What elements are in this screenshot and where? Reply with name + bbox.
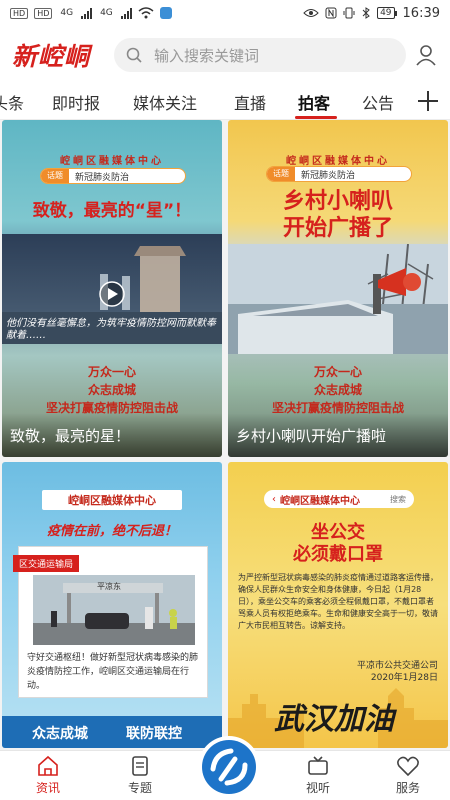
nav-services[interactable]: 服务	[378, 755, 438, 796]
search-placeholder: 输入搜索关键词	[154, 46, 260, 65]
headline-line-2: 开始广播了	[282, 216, 393, 241]
loudspeaker-illustration	[228, 244, 448, 354]
tv-icon	[308, 756, 328, 775]
card-body: 为严控新型冠状病毒感染的肺炎疫情通过道路客运传播，确保人民群众生命安全和身体健康…	[238, 573, 438, 630]
battery-icon: 49	[377, 7, 397, 19]
network-label-1: 4G	[60, 7, 74, 18]
card-headline: 疫情在前，绝不后退！	[46, 524, 177, 539]
clock: 16:39	[402, 5, 440, 21]
app-logo: 新崆峒	[12, 42, 91, 71]
slogan-line-1: 万众一心	[87, 365, 136, 379]
active-tab-indicator	[295, 116, 337, 119]
nav-media[interactable]: 视听	[288, 755, 348, 796]
nav-topics[interactable]: 专题	[110, 755, 170, 796]
network-label-2: 4G	[100, 7, 113, 18]
headline-line-1: 乡村小喇叭	[282, 189, 393, 214]
app-header: 新崆峒 输入搜索关键词	[0, 26, 450, 84]
sim1-badge: HD	[10, 7, 29, 19]
status-bar: HD HD 4G 4G 49 16:39	[0, 0, 450, 26]
sim2-badge: HD	[34, 7, 53, 19]
footer-right: 联防联控	[126, 726, 182, 742]
home-icon	[38, 755, 58, 776]
content-panel: 区交通运输局 平凉东 守好交通枢纽！做好新型冠状病毒感染的肺炎疫情防控工作，崆峒…	[13, 546, 208, 698]
station-sign: 平凉东	[97, 582, 121, 591]
slogan-line-2: 众志成城	[87, 383, 136, 397]
vibrate-icon	[343, 7, 355, 19]
headline-line-2: 必须戴口罩	[293, 544, 383, 565]
search-icon	[126, 47, 142, 63]
center-logo-button[interactable]	[200, 738, 258, 796]
org-banner: 崆峒区融媒体中心	[60, 156, 164, 167]
tab-zhibo[interactable]: 直播	[234, 90, 266, 114]
add-channel-icon[interactable]	[414, 87, 442, 115]
photo-overlay-text: 他们没有丝毫懈怠，为筑牢疫情防控网而默默奉献着……	[6, 318, 216, 341]
card-body: 守好交通枢纽！做好新型冠状病毒感染的肺炎疫情防控工作，崆峒区交通运输局在行动。	[27, 653, 199, 691]
topic-pill: 话题 新冠肺炎防治	[266, 166, 412, 182]
post-card[interactable]: 崆峒区融媒体中心 疫情在前，绝不后退！ 区交通运输局 平凉东 守好交通枢纽！做好…	[2, 462, 222, 748]
post-card[interactable]: 崆峒区融媒体中心 话题 新冠肺炎防治 致敬，最亮的“星”！ 他们没有丝毫懈怠，为筑…	[2, 120, 222, 457]
footer-left: 众志成城	[32, 726, 88, 742]
channel-tabs: 头条 即时报 媒体关注 直播 拍客 公告	[0, 84, 450, 120]
nav-news[interactable]: 资讯	[18, 755, 78, 796]
search-label: 搜索	[390, 494, 406, 504]
user-icon[interactable]	[414, 43, 438, 67]
app-brand-icon	[202, 740, 256, 794]
slogan-line-1: 万众一心	[313, 365, 362, 379]
eye-icon	[303, 9, 319, 17]
section-label: 区交通运输局	[13, 555, 80, 572]
footer-strip: 众志成城 联防联控	[2, 716, 222, 748]
post-card[interactable]: 崆峒区融媒体中心 话题 新冠肺炎防治 乡村小喇叭 开始广播了 万众一心 众志成城 …	[228, 120, 448, 457]
org-banner: 崆峒区融媒体中心	[286, 156, 390, 167]
card-caption: 乡村小喇叭开始广播啦	[228, 413, 448, 457]
search-input[interactable]: 输入搜索关键词	[114, 38, 406, 72]
org-search-badge: ‹ 崆峒区融媒体中心 搜索	[264, 490, 414, 508]
app-notification-icon	[159, 7, 172, 19]
signal-icon-2	[120, 7, 132, 19]
loudspeaker-photo	[228, 244, 448, 354]
org-badge: 崆峒区融媒体中心	[42, 490, 182, 510]
wifi-icon	[138, 7, 154, 19]
calligraphy-text: 武汉加油	[274, 702, 394, 737]
slogan-line-2: 众志成城	[313, 383, 362, 397]
topic-pill: 话题 新冠肺炎防治	[40, 168, 186, 184]
tab-jishibao[interactable]: 即时报	[52, 90, 100, 114]
bluetooth-icon	[362, 7, 370, 19]
card-headline: 致敬，最亮的“星”！	[32, 201, 192, 221]
tab-paike[interactable]: 拍客	[298, 90, 330, 114]
nfc-icon	[325, 7, 337, 19]
tab-meiti-guanzhu[interactable]: 媒体关注	[133, 90, 197, 114]
heart-icon	[397, 756, 419, 777]
post-card[interactable]: ‹ 崆峒区融媒体中心 搜索 坐公交 必须戴口罩 为严控新型冠状病毒感染的肺炎疫情…	[228, 462, 448, 748]
tab-gonggao[interactable]: 公告	[362, 90, 394, 114]
booth-photo: 他们没有丝毫懈怠，为筑牢疫情防控网而默默奉献着……	[2, 234, 222, 344]
signal-icon	[81, 7, 93, 19]
card-caption: 致敬，最亮的星！	[2, 413, 222, 457]
app-screen: HD HD 4G 4G 49 16:39 新崆峒 输入搜索关键词 头条 即时报	[0, 0, 450, 800]
document-icon	[132, 756, 148, 776]
tab-toutiao[interactable]: 头条	[0, 90, 24, 114]
